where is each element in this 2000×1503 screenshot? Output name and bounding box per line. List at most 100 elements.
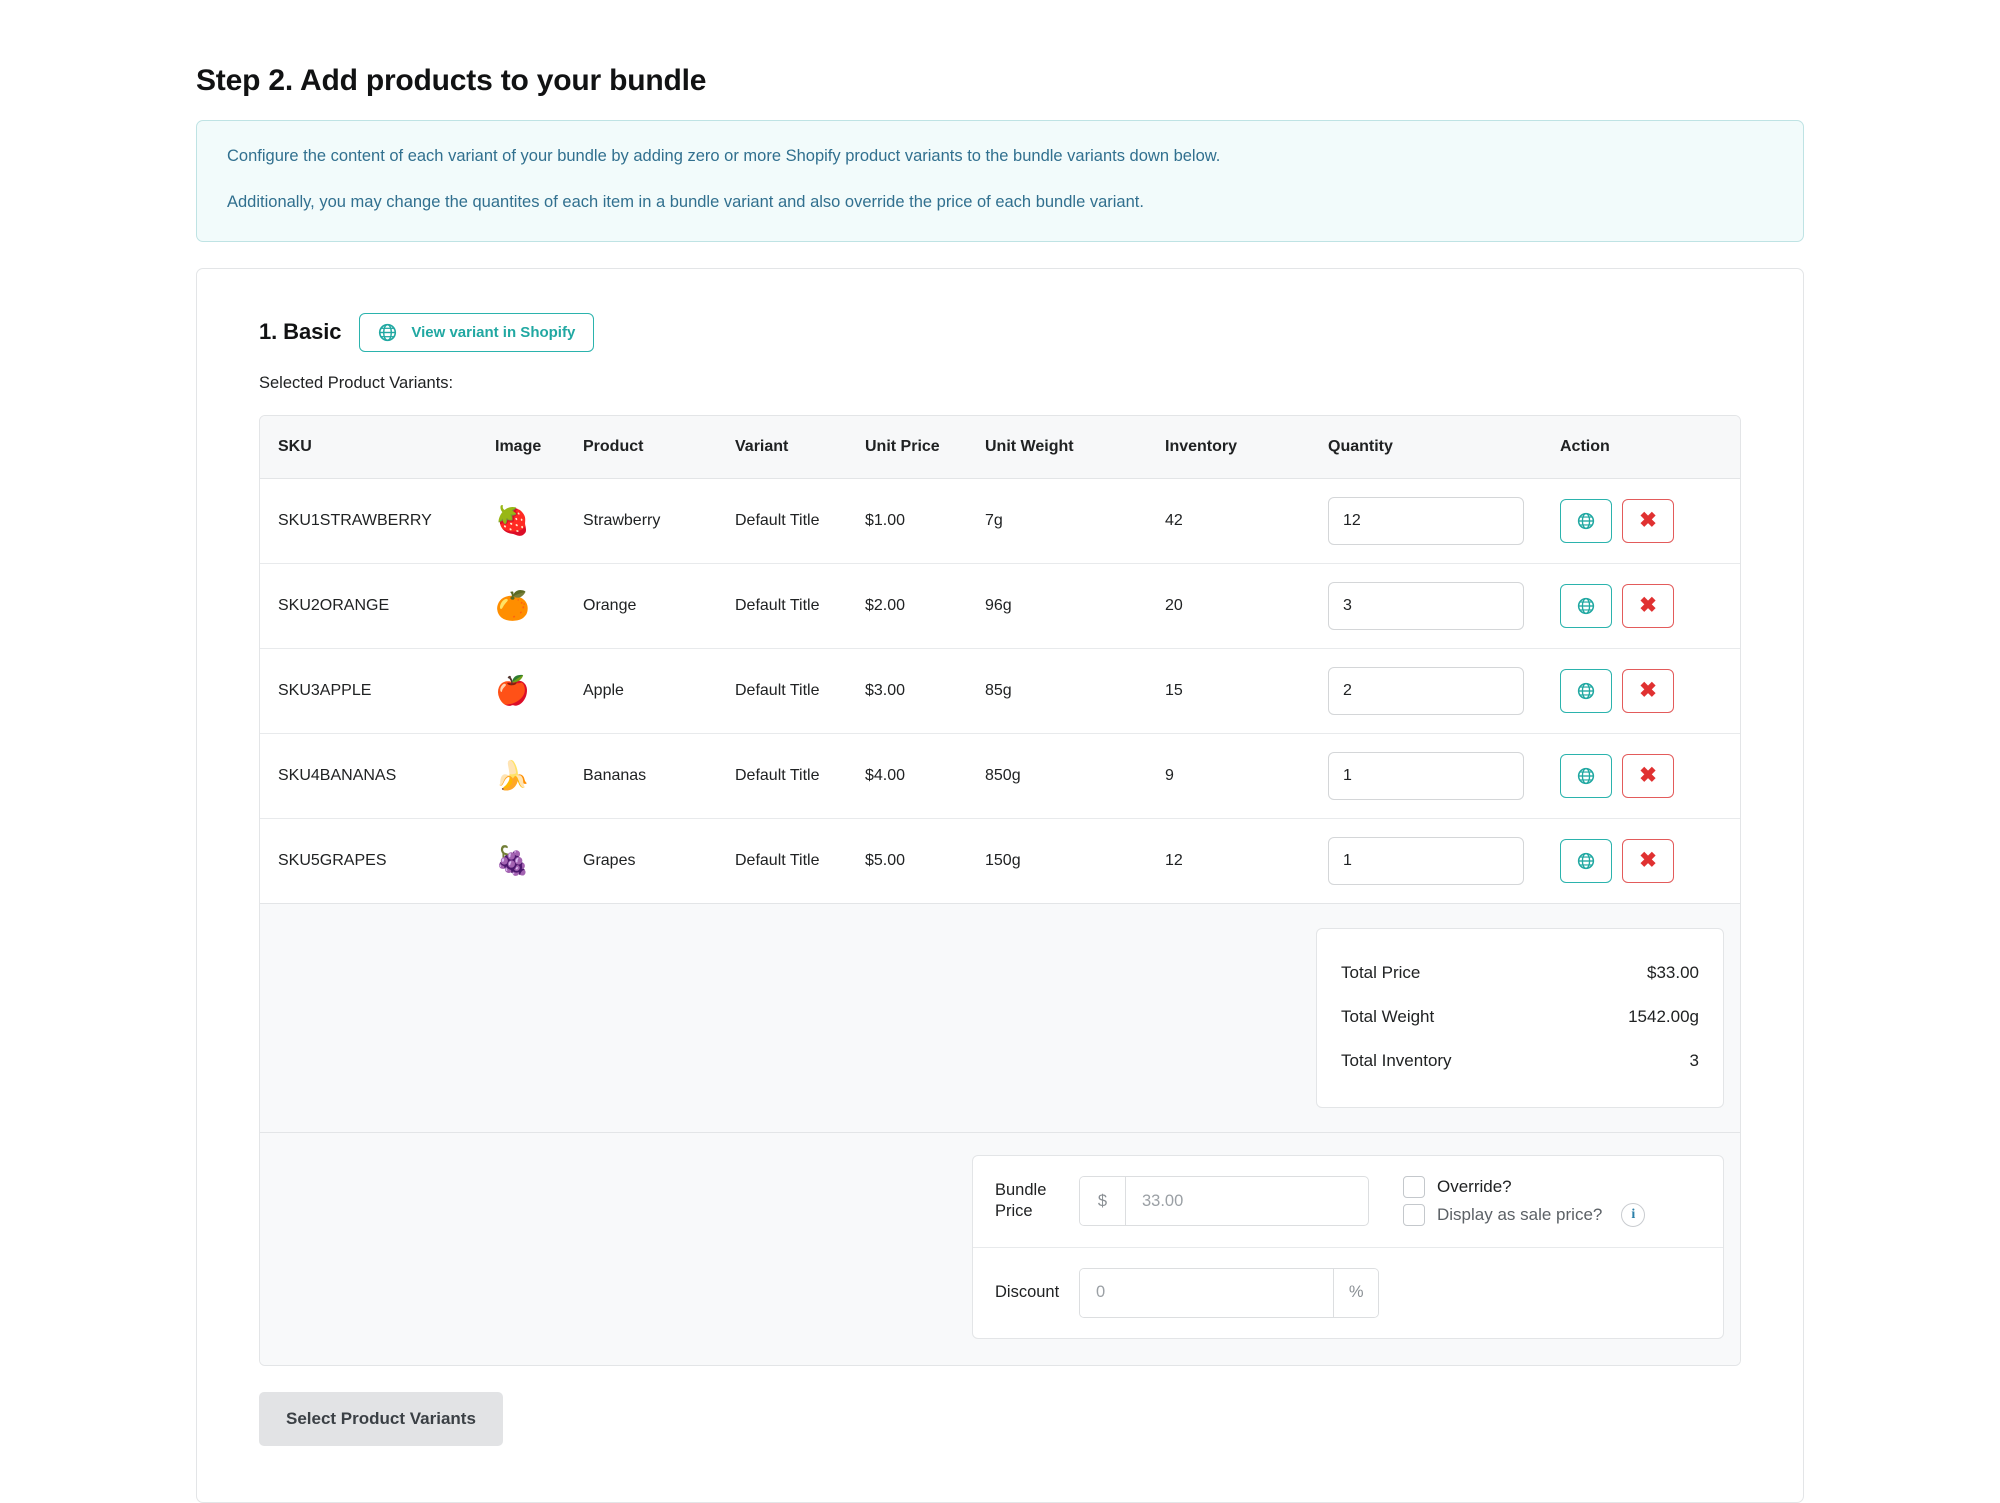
override-checkbox[interactable] <box>1403 1175 1425 1198</box>
column-header-unit-weight: Unit Weight <box>975 415 1155 479</box>
page-title: Step 2. Add products to your bundle <box>196 64 707 97</box>
total-price-line: Total Price $33.00 <box>1341 951 1699 995</box>
bundle-price-row: Bundle Price $ Override? <box>973 1156 1723 1248</box>
cell-quantity <box>1318 478 1550 564</box>
close-icon: ✖ <box>1639 594 1657 618</box>
view-in-shopify-button[interactable] <box>1560 583 1612 628</box>
cell-inventory: 15 <box>1155 648 1318 734</box>
bundle-price-input[interactable] <box>1126 1177 1346 1226</box>
cell-unit-weight: 7g <box>975 478 1155 564</box>
view-in-shopify-button[interactable] <box>1560 498 1612 543</box>
display-as-sale-price-label: Display as sale price? <box>1437 1204 1603 1224</box>
column-header-quantity: Quantity <box>1318 415 1550 479</box>
globe-icon <box>1577 597 1595 614</box>
variant-header: 1. Basic View variant in Shopify <box>259 312 1741 352</box>
cell-action: ✖ <box>1550 563 1740 649</box>
info-icon-glyph: i <box>1631 1206 1636 1222</box>
cell-unit-weight: 850g <box>975 733 1155 819</box>
cell-product: Strawberry <box>573 478 725 564</box>
cell-variant: Default Title <box>725 648 855 734</box>
info-banner-line-2: Additionally, you may change the quantit… <box>227 192 1144 211</box>
remove-variant-button[interactable]: ✖ <box>1622 753 1674 798</box>
override-label: Override? <box>1437 1176 1512 1196</box>
total-inventory-label: Total Inventory <box>1341 1050 1452 1070</box>
product-variants-table: SKU Image Product Variant Unit Price Uni… <box>260 415 1740 904</box>
discount-label: Discount <box>995 1282 1060 1301</box>
globe-icon <box>1577 682 1595 699</box>
quantity-input[interactable] <box>1328 581 1524 630</box>
cell-sku: SKU5GRAPES <box>260 818 485 904</box>
column-header-inventory: Inventory <box>1155 415 1318 479</box>
cell-inventory: 12 <box>1155 818 1318 904</box>
view-in-shopify-button[interactable] <box>1560 753 1612 798</box>
total-inventory-line: Total Inventory 3 <box>1341 1039 1699 1083</box>
cell-unit-weight: 85g <box>975 648 1155 734</box>
cell-inventory: 9 <box>1155 733 1318 819</box>
discount-input[interactable] <box>1080 1268 1334 1317</box>
pricing-row: Bundle Price $ Override? <box>260 1132 1740 1365</box>
close-icon: ✖ <box>1639 764 1657 788</box>
bundle-variant-card: 1. Basic View variant in Shopify Selecte… <box>196 267 1804 1503</box>
cell-variant: Default Title <box>725 478 855 564</box>
cell-sku: SKU3APPLE <box>260 648 485 734</box>
quantity-input[interactable] <box>1328 666 1524 715</box>
bundle-price-input-group: $ <box>1079 1176 1369 1227</box>
cell-image: 🍇 <box>485 818 573 904</box>
orange-image: 🍊 <box>495 589 530 621</box>
globe-icon <box>1577 852 1595 869</box>
column-header-image: Image <box>485 415 573 479</box>
view-variant-button-label: View variant in Shopify <box>411 323 576 341</box>
table-row: SKU4BANANAS 🍌 Bananas Default Title $4.00 850… <box>260 733 1740 819</box>
cell-variant: Default Title <box>725 733 855 819</box>
bananas-image: 🍌 <box>495 759 530 791</box>
cell-product: Orange <box>573 563 725 649</box>
cell-product: Grapes <box>573 818 725 904</box>
cell-action: ✖ <box>1550 478 1740 564</box>
variant-title-text: Default Title <box>735 852 820 870</box>
remove-variant-button[interactable]: ✖ <box>1622 583 1674 628</box>
cell-unit-weight: 96g <box>975 563 1155 649</box>
info-banner: Configure the content of each variant of… <box>196 120 1804 242</box>
cell-inventory: 20 <box>1155 563 1318 649</box>
column-header-variant: Variant <box>725 415 855 479</box>
info-icon[interactable]: i <box>1621 1202 1646 1227</box>
cell-product: Apple <box>573 648 725 734</box>
column-header-sku: SKU <box>260 415 485 479</box>
quantity-input[interactable] <box>1328 496 1524 545</box>
cell-unit-price: $2.00 <box>855 563 975 649</box>
remove-variant-button[interactable]: ✖ <box>1622 498 1674 543</box>
table-row: SKU3APPLE 🍎 Apple Default Title $3.0085g15 ✖ <box>260 648 1740 734</box>
cell-variant: Default Title <box>725 818 855 904</box>
info-banner-line-1: Configure the content of each variant of… <box>227 147 1221 165</box>
view-in-shopify-button[interactable] <box>1560 838 1612 883</box>
cell-sku: SKU2ORANGE <box>260 563 485 649</box>
remove-variant-button[interactable]: ✖ <box>1622 668 1674 713</box>
cell-variant: Default Title <box>725 563 855 649</box>
cell-inventory: 42 <box>1155 478 1318 564</box>
cell-action: ✖ <box>1550 733 1740 819</box>
close-icon: ✖ <box>1639 849 1657 873</box>
table-row: SKU5GRAPES 🍇 Grapes Default Title $5.00 150g 1… <box>260 818 1740 904</box>
view-variant-in-shopify-button[interactable]: View variant in Shopify <box>359 312 595 352</box>
display-as-sale-price-checkbox[interactable] <box>1403 1203 1425 1226</box>
total-weight-line: Total Weight 1542.00g <box>1341 995 1699 1039</box>
quantity-input[interactable] <box>1328 751 1524 800</box>
column-header-action: Action <box>1550 415 1740 479</box>
column-header-product: Product <box>573 415 725 479</box>
close-icon: ✖ <box>1639 509 1657 533</box>
grapes-image: 🍇 <box>495 844 530 876</box>
view-in-shopify-button[interactable] <box>1560 668 1612 713</box>
cell-unit-price: $5.00 <box>855 818 975 904</box>
bundle-price-label: Bundle Price <box>995 1180 1047 1221</box>
percent-symbol: % <box>1333 1268 1378 1317</box>
total-inventory-value: 3 <box>1689 1050 1699 1070</box>
apple-image: 🍎 <box>495 674 530 706</box>
total-weight-value: 1542.00g <box>1628 1006 1699 1026</box>
cell-quantity <box>1318 648 1550 734</box>
total-price-value: $33.00 <box>1647 962 1699 982</box>
remove-variant-button[interactable]: ✖ <box>1622 838 1674 883</box>
cell-image: 🍓 <box>485 478 573 564</box>
select-product-variants-button[interactable]: Select Product Variants <box>259 1391 503 1446</box>
cell-unit-weight: 150g <box>975 818 1155 904</box>
quantity-input[interactable] <box>1328 836 1524 885</box>
